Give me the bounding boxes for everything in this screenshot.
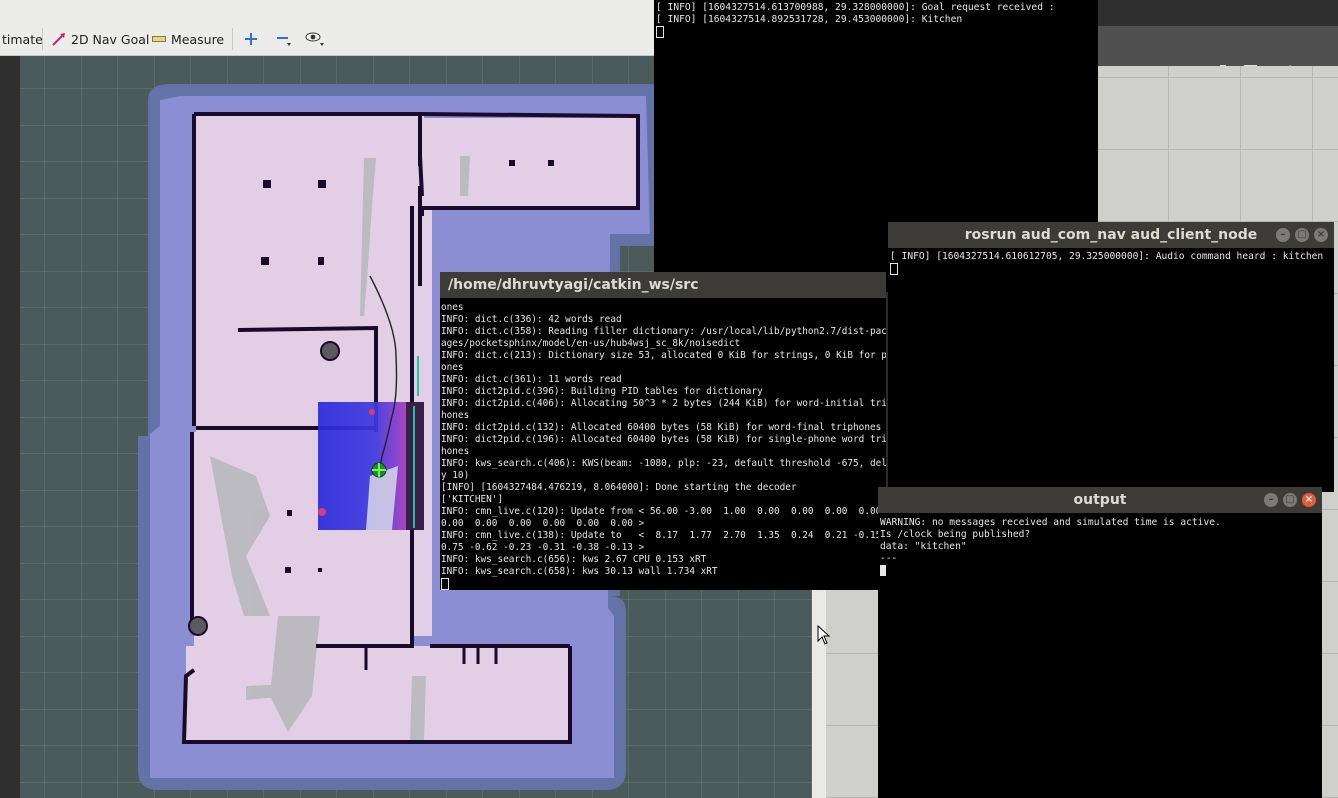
terminal-line: INFO: kws_search.c(406): KWS(beam: -1080… <box>441 458 886 469</box>
gazebo-scene-edge <box>826 590 882 798</box>
eye-view-icon <box>305 32 324 46</box>
maximize-button[interactable]: □ <box>1295 228 1309 242</box>
terminal-line: ['KITCHEN'] <box>441 494 504 505</box>
window-title: output <box>1073 492 1127 508</box>
zoom-plus-icon <box>245 33 257 45</box>
terminal-line: INFO: dict.c(361): 11 words read <box>441 374 622 385</box>
minimize-button[interactable]: – <box>1264 493 1278 507</box>
close-button[interactable]: × <box>1302 493 1316 507</box>
terminal-line: INFO: dict2pid.c(132): Allocated 60400 b… <box>441 422 882 433</box>
terminal-output: [ INFO] [1604327514.613700988, 29.328000… <box>656 2 1055 39</box>
window-titlebar[interactable]: rosrun aud_com_nav aud_client_node – □ × <box>888 222 1334 248</box>
window-title: rosrun aud_com_nav aud_client_node <box>964 227 1258 243</box>
view-select-button[interactable] <box>305 30 325 48</box>
round-obstacle <box>320 341 340 361</box>
rviz-left-panel-edge <box>0 56 20 798</box>
terminal-line: [INFO] [1604327484.476219, 8.064000]: Do… <box>441 482 797 493</box>
pose-estimate-label: timate <box>2 31 43 47</box>
terminal-line: INFO: kws_search.c(658): kws 30.13 wall … <box>441 566 718 577</box>
terminal-line: INFO: dict2pid.c(406): Allocating 50^3 *… <box>441 398 886 409</box>
terminal-line: [ INFO] [1604327514.610612705, 29.325000… <box>890 251 1324 262</box>
terminal-line: ones <box>441 362 464 373</box>
nav-goal-tool[interactable]: 2D Nav Goal <box>52 30 149 48</box>
terminal-cursor <box>656 26 1055 39</box>
terminal-line: INFO: cmn_live.c(120): Update from < 56.… <box>441 506 882 517</box>
kws-terminal[interactable]: /home/dhruvtyagi/catkin_ws/src ones INFO… <box>440 272 886 590</box>
terminal-line: INFO: cmn_live.c(138): Update to < 8.17 … <box>441 530 882 541</box>
mouse-pointer-icon <box>817 625 831 645</box>
terminal-line: INFO: dict2pid.c(196): Allocated 60400 b… <box>441 434 886 445</box>
terminal-line: hones <box>441 446 470 457</box>
measure-ruler-icon <box>152 36 166 42</box>
terminal-line: [ INFO] [1604327514.613700988, 29.328000… <box>656 2 1055 13</box>
output-terminal[interactable]: output – □ × WARNING: no messages receiv… <box>878 487 1322 798</box>
round-obstacle <box>188 616 208 636</box>
terminal-line: INFO: kws_search.c(656): kws 2.67 CPU 0.… <box>441 554 707 565</box>
terminal-line: hones <box>441 410 470 421</box>
terminal-output: [ INFO] [1604327514.610612705, 29.325000… <box>890 251 1323 276</box>
terminal-cursor <box>441 578 886 590</box>
terminal-line: ages/pocketsphinx/model/en-us/hub4wsj_sc… <box>441 338 741 349</box>
terminal-cursor <box>880 565 1221 578</box>
minimize-button[interactable]: – <box>1276 228 1290 242</box>
measure-tool[interactable]: Measure <box>152 30 224 48</box>
terminal-line: y 10) <box>441 470 470 481</box>
measure-label: Measure <box>171 31 225 47</box>
zoom-minus-button[interactable] <box>276 30 292 48</box>
terminal-line: Is /clock being published? <box>880 529 1031 540</box>
window-title: /home/dhruvtyagi/catkin_ws/src <box>448 277 699 293</box>
terminal-line: [ INFO] [1604327514.892531728, 29.453000… <box>656 14 963 25</box>
terminal-line: 0.75 -0.62 -0.23 -0.31 -0.38 -0.13 > <box>441 542 645 553</box>
zoom-plus-button[interactable] <box>244 30 258 48</box>
zoom-minus-icon <box>277 37 291 46</box>
terminal-line: 0.00 0.00 0.00 0.00 0.00 0.00 > <box>441 518 645 529</box>
terminal-cursor <box>890 263 1323 276</box>
close-button[interactable]: × <box>1314 228 1328 242</box>
terminal-output: ones INFO: dict.c(336): 42 words read IN… <box>441 302 886 590</box>
window-titlebar[interactable]: /home/dhruvtyagi/catkin_ws/src <box>440 272 886 298</box>
robot-footprint <box>371 462 387 478</box>
toolbar-divider <box>232 28 233 50</box>
window-titlebar[interactable]: output – □ × <box>878 487 1322 513</box>
gazebo-toolbar <box>1096 26 1338 82</box>
terminal-line: --- <box>880 553 898 564</box>
terminal-line: WARNING: no messages received and simula… <box>880 517 1221 528</box>
nav-goal-arrow-icon <box>52 33 65 46</box>
terminal-line: INFO: dict.c(336): 42 words read <box>441 314 622 325</box>
toolbar-divider <box>42 28 43 50</box>
terminal-line: INFO: dict.c(213): Dictionary size 53, a… <box>441 350 886 361</box>
terminal-line: INFO: dict2pid.c(396): Building PID tabl… <box>441 386 763 397</box>
terminal-line: ones <box>441 302 464 313</box>
maximize-button[interactable]: □ <box>1283 493 1297 507</box>
terminal-output: WARNING: no messages received and simula… <box>880 517 1221 578</box>
terminal-line: data: "kitchen" <box>880 541 967 552</box>
nav-goal-label: 2D Nav Goal <box>71 31 150 47</box>
terminal-line: INFO: dict.c(358): Reading filler dictio… <box>441 326 886 337</box>
pose-estimate-tool[interactable]: timate <box>2 30 43 48</box>
aud-client-terminal[interactable]: rosrun aud_com_nav aud_client_node – □ ×… <box>888 222 1334 492</box>
